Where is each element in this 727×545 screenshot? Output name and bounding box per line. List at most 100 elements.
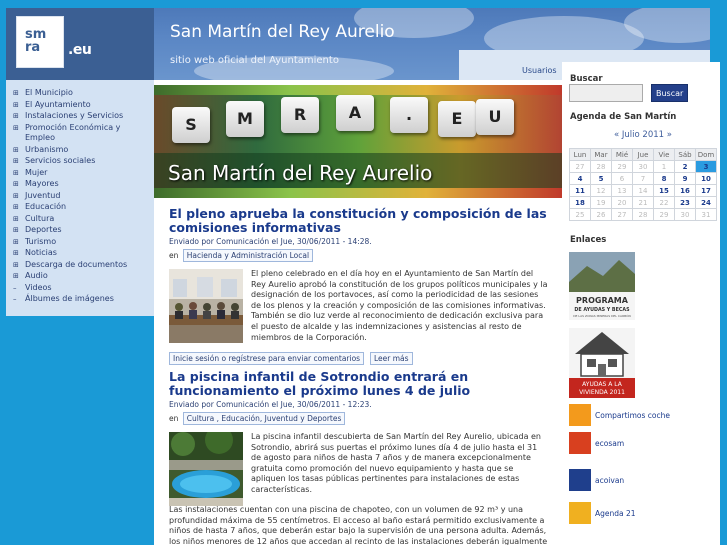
calendar-day: 14: [632, 184, 654, 197]
calendar-day: 22: [653, 196, 675, 209]
nav-item-label: Videos: [25, 282, 52, 292]
nav-item[interactable]: ⊞ El Municipio: [6, 88, 154, 99]
article-tags: en Cultura , Educación, Juventud y Depor…: [169, 412, 549, 425]
nav-item[interactable]: ⊞ Mayores: [6, 179, 154, 190]
nav-item-label: El Ayuntamiento: [25, 99, 91, 109]
nav-item-marker: ⊞: [13, 112, 19, 120]
nav-item-label: Urbanismo: [25, 144, 69, 154]
calendar-day-today[interactable]: 3: [695, 160, 717, 173]
nav-item-marker: ⊞: [13, 237, 19, 246]
nav-item-marker: ⊞: [13, 249, 19, 257]
main-menu: ⊞ El Municipio ⊞ El Ayuntamiento ⊞ Instalacio…: [6, 80, 154, 316]
calendar-weekday: Sáb: [674, 148, 696, 161]
news-article: La piscina infantil de Sotrondio entrará…: [169, 370, 549, 545]
nav-item[interactable]: – Álbumes de imágenes: [6, 294, 154, 305]
nav-item[interactable]: ⊞ Juventud: [6, 191, 154, 202]
partner-link[interactable]: Agenda 21: [569, 502, 636, 524]
nav-item[interactable]: ⊞ Educación: [6, 202, 154, 213]
nav-item[interactable]: ⊞ Promoción Económica y Empleo: [6, 123, 154, 144]
calendar-day[interactable]: 5: [590, 172, 612, 185]
calendar-day[interactable]: 23: [674, 196, 696, 209]
partner-link[interactable]: ecosam: [569, 432, 624, 454]
users-link[interactable]: Usuarios: [522, 66, 557, 75]
calendar-next-link[interactable]: »: [667, 130, 672, 140]
calendar-day[interactable]: 4: [569, 172, 591, 185]
calendar-day[interactable]: 10: [695, 172, 717, 185]
partner-name: Compartimos coche: [595, 410, 670, 420]
calendar-day: 19: [590, 196, 612, 209]
nav-item-label: El Municipio: [25, 88, 73, 97]
partner-link[interactable]: Compartimos coche: [569, 404, 670, 426]
search-heading: Buscar: [570, 74, 603, 84]
article-text-cont: Las instalaciones cuentan con una piscin…: [169, 505, 549, 545]
banner-title: San Martín del Rey Aurelio: [168, 161, 433, 185]
banner1-line2: DE AYUDAS Y BECAS: [574, 307, 630, 313]
calendar-week: 25 26 27 28 29 30 31: [569, 208, 717, 221]
calendar-day: 29: [653, 208, 675, 221]
article-links: Inicie sesión o regístrese para enviar c…: [169, 352, 549, 366]
nav-item-label: Noticias: [25, 248, 57, 257]
nav-item-label: Audio: [25, 271, 48, 280]
article-photo: [169, 269, 243, 343]
calendar-day: 7: [632, 172, 654, 185]
nav-item-label: Turismo: [25, 236, 57, 246]
banner-key: M: [226, 101, 264, 137]
links-heading: Enlaces: [570, 235, 607, 245]
nav-item-marker: ⊞: [13, 100, 19, 109]
calendar-day[interactable]: 11: [569, 184, 591, 197]
search-input[interactable]: [569, 84, 643, 102]
calendar-day: 6: [611, 172, 633, 185]
nav-item[interactable]: ⊞ Instalaciones y Servicios: [6, 111, 154, 122]
nav-item[interactable]: – Videos: [6, 283, 154, 294]
calendar-day[interactable]: 8: [653, 172, 675, 185]
nav-item[interactable]: ⊞ Mujer: [6, 168, 154, 179]
site-logo[interactable]: sm ra .eu: [6, 8, 154, 80]
banner-key: E: [438, 101, 476, 137]
tag-link[interactable]: Hacienda y Administración Local: [182, 249, 314, 262]
calendar-day: 12: [590, 184, 612, 197]
nav-item[interactable]: ⊞ Deportes: [6, 225, 154, 236]
nav-item[interactable]: ⊞ Noticias: [6, 248, 154, 259]
nav-item[interactable]: ⊞ Audio: [6, 271, 154, 282]
nav-item-label: Educación: [25, 202, 67, 211]
nav-item-marker: –: [13, 283, 17, 292]
calendar-day[interactable]: 2: [674, 160, 696, 173]
calendar-day: 27: [569, 160, 591, 173]
calendar-day[interactable]: 17: [695, 184, 717, 197]
nav-item[interactable]: ⊞ Servicios sociales: [6, 156, 154, 167]
nav-item-marker: ⊞: [13, 145, 19, 154]
ayudas-becas-banner[interactable]: PROGRAMA DE AYUDAS Y BECAS DE LAS ZONAS …: [569, 252, 635, 320]
tag-link[interactable]: Cultura , Educación, Juventud y Deportes: [182, 412, 346, 425]
article-title[interactable]: La piscina infantil de Sotrondio entrará…: [169, 370, 549, 398]
nav-item-marker: ⊞: [13, 157, 19, 165]
login-to-comment-link[interactable]: Inicie sesión o regístrese para enviar c…: [169, 352, 365, 366]
banner-key: .: [390, 97, 428, 133]
nav-item-label: Deportes: [25, 225, 62, 234]
nav-item-label: Instalaciones y Servicios: [25, 111, 124, 120]
calendar-day[interactable]: 18: [569, 196, 591, 209]
right-sidebar: Buscar Buscar Agenda de San Martín « Jul…: [562, 62, 720, 545]
nav-item[interactable]: ⊞ Descarga de documentos: [6, 260, 154, 271]
nav-item-marker: ⊞: [13, 226, 19, 234]
partner-link[interactable]: acoivan: [569, 469, 624, 491]
nav-item[interactable]: ⊞ Urbanismo: [6, 145, 154, 156]
calendar-day[interactable]: 15: [653, 184, 675, 197]
calendar-day[interactable]: 9: [674, 172, 696, 185]
ayudas-vivienda-banner[interactable]: AYUDAS A LA VIVIENDA 2011: [569, 328, 635, 398]
article-title[interactable]: El pleno aprueba la constitución y compo…: [169, 207, 549, 235]
nav-item-marker: ⊞: [13, 180, 19, 188]
calendar-day[interactable]: 16: [674, 184, 696, 197]
tags-prefix: en: [169, 251, 179, 260]
calendar-day[interactable]: 24: [695, 196, 717, 209]
nav-item-marker: ⊞: [13, 203, 19, 211]
calendar-day: 30: [674, 208, 696, 221]
read-more-link[interactable]: Leer más: [369, 352, 413, 366]
nav-item[interactable]: ⊞ El Ayuntamiento: [6, 100, 154, 111]
search-button[interactable]: Buscar: [651, 84, 689, 102]
nav-item[interactable]: ⊞ Turismo: [6, 237, 154, 248]
calendar-day: 25: [569, 208, 591, 221]
calendar-prev-link[interactable]: «: [614, 130, 619, 140]
calendar-day: 31: [695, 208, 717, 221]
article-tags: en Hacienda y Administración Local: [169, 249, 549, 262]
nav-item[interactable]: ⊞ Cultura: [6, 214, 154, 225]
